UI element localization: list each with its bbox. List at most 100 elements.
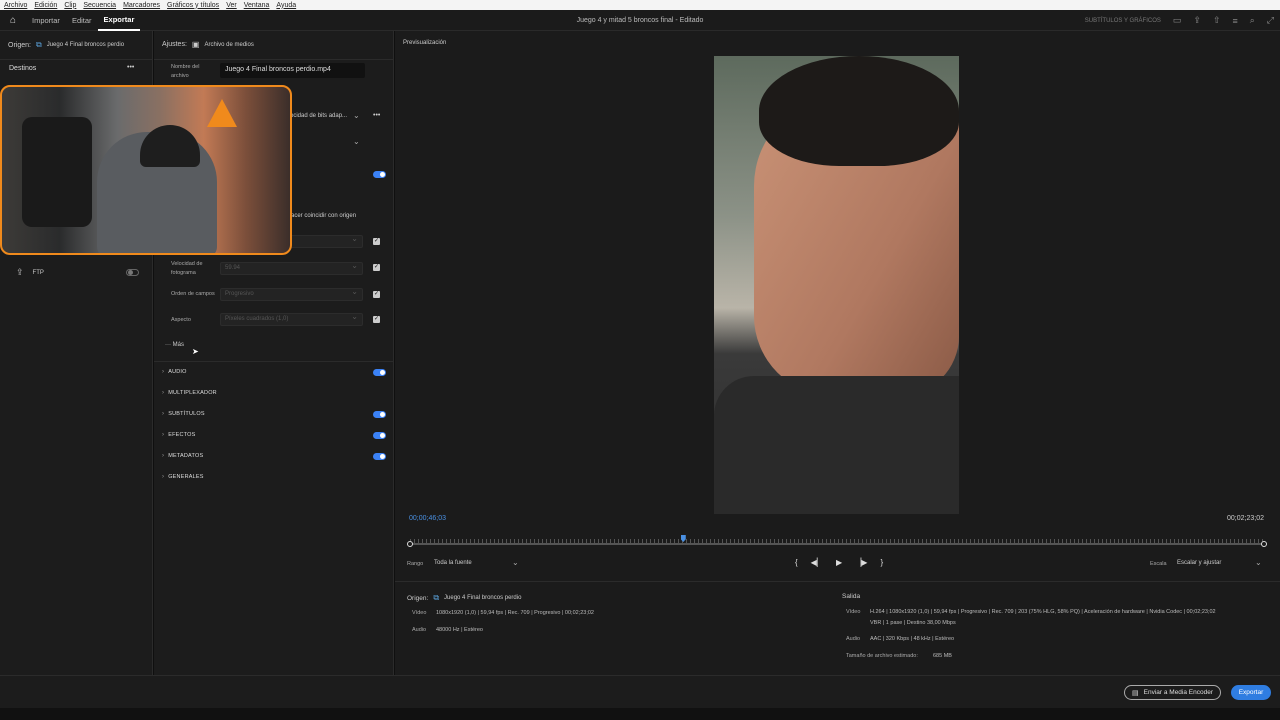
captions-toggle[interactable]: [373, 411, 386, 418]
video-toggle[interactable]: [373, 171, 386, 178]
export-button[interactable]: Exportar: [1231, 685, 1271, 700]
video-shirt: [714, 376, 959, 514]
share-icon[interactable]: ⇪: [1193, 15, 1201, 26]
source-video-label: Vídeo: [412, 610, 427, 616]
section-metadata[interactable]: › METADATOS: [162, 453, 203, 459]
section-captions[interactable]: › SUBTÍTULOS: [162, 411, 205, 417]
source-video-value: 1080x1920 (1,0) | 59,94 fps | Rec. 709 |…: [436, 610, 594, 616]
section-effects[interactable]: › EFECTOS: [162, 432, 195, 438]
menu-ver[interactable]: Ver: [226, 2, 237, 9]
preview-title: Previsualización: [403, 40, 447, 46]
play-icon[interactable]: ▶: [836, 558, 842, 567]
aspect-label: Aspecto: [171, 317, 191, 323]
settings-value[interactable]: Archivo de medios: [204, 42, 253, 48]
destinations-more-button[interactable]: •••: [127, 64, 134, 71]
effects-toggle[interactable]: [373, 432, 386, 439]
sequence-icon: ⧉: [35, 40, 42, 49]
section-audio[interactable]: › AUDIO: [162, 369, 187, 375]
chevron-right-icon: ›: [162, 432, 165, 438]
media-file-icon: ▣: [191, 40, 200, 49]
menu-marcadores[interactable]: Marcadores: [123, 2, 160, 9]
workspace-header: ⌂ Importar Editar Exportar Juego 4 y mit…: [0, 10, 1280, 31]
section-audio-label: AUDIO: [168, 369, 187, 375]
tab-edit[interactable]: Editar: [66, 10, 98, 31]
tab-import[interactable]: Importar: [26, 10, 66, 31]
section-multiplexer[interactable]: › MULTIPLEXADOR: [162, 390, 217, 396]
search-icon[interactable]: ⌕: [1250, 15, 1255, 26]
captions-graphics-label[interactable]: SUBTÍTULOS Y GRÁFICOS: [1085, 18, 1161, 24]
chevron-right-icon: ›: [162, 390, 165, 396]
more-button[interactable]: ··· Más: [165, 342, 184, 348]
source-audio-value: 48000 Hz | Estéreo: [436, 627, 483, 633]
step-back-icon[interactable]: ◀▏: [811, 558, 823, 567]
frame-size-checkbox[interactable]: ✓: [373, 238, 380, 245]
webcam-overlay: [0, 85, 292, 255]
source-audio-label: Audio: [412, 627, 427, 633]
scale-label: Escala: [1150, 561, 1167, 567]
panel-icon[interactable]: ▭: [1173, 15, 1182, 26]
mark-out-icon[interactable]: }: [880, 558, 883, 567]
chevron-right-icon: ›: [162, 453, 165, 459]
media-encoder-icon: ▤: [1132, 689, 1139, 697]
scale-chevron-icon: ⌄: [1255, 558, 1262, 567]
field-order-label: Orden de campos: [171, 291, 215, 297]
menu-edicion[interactable]: Edición: [34, 2, 57, 9]
filename-input[interactable]: Juego 4 Final broncos perdio.mp4: [220, 63, 365, 78]
field-order-checkbox[interactable]: ✓: [373, 291, 380, 298]
section-metadata-label: METADATOS: [168, 453, 204, 459]
filename-label: Nombre del archivo: [171, 64, 200, 79]
send-to-media-encoder-label: Enviar a Media Encoder: [1143, 689, 1213, 696]
home-icon[interactable]: ⌂: [0, 10, 26, 31]
step-forward-icon[interactable]: ▕▶: [855, 558, 867, 567]
destinations-title: Destinos: [9, 65, 37, 72]
output-audio-label: Audio: [846, 636, 861, 642]
menu-graficos[interactable]: Gráficos y títulos: [167, 2, 219, 9]
section-general[interactable]: › GENERALES: [162, 474, 204, 480]
match-source-label[interactable]: acer coincidir con origen: [291, 213, 356, 219]
in-point-handle[interactable]: [407, 541, 413, 547]
scale-dropdown[interactable]: Escalar y ajustar: [1177, 560, 1221, 566]
video-frame: [714, 56, 959, 514]
range-dropdown[interactable]: Toda la fuente: [434, 560, 472, 566]
frame-rate-field: 59.94: [220, 261, 363, 275]
preset-more-button[interactable]: •••: [373, 112, 380, 119]
mouse-cursor-icon: ➤: [192, 347, 199, 356]
metadata-toggle[interactable]: [373, 453, 386, 460]
audio-toggle[interactable]: [373, 369, 386, 376]
preview-panel: Previsualización 00;00;46;03 00;02;23;02…: [395, 31, 1280, 675]
origin-value[interactable]: Juego 4 Final broncos perdio: [47, 42, 124, 48]
frame-rate-label: Velocidad de fotograma: [171, 261, 203, 276]
export-icon[interactable]: ⇧: [1213, 15, 1221, 26]
mark-in-icon[interactable]: {: [795, 558, 798, 567]
menu-ventana[interactable]: Ventana: [244, 2, 270, 9]
chevron-right-icon: ›: [162, 411, 165, 417]
menu-clip[interactable]: Clip: [64, 2, 76, 9]
timeline-scrubber[interactable]: [407, 535, 1267, 548]
dropdown-chevron-icon[interactable]: ⌄: [353, 137, 360, 146]
aspect-checkbox[interactable]: ✓: [373, 316, 380, 323]
source-name: Juego 4 Final broncos perdio: [444, 595, 522, 601]
bitrate-dropdown[interactable]: ocidad de bits adap...: [290, 113, 347, 119]
frame-rate-checkbox[interactable]: ✓: [373, 264, 380, 271]
fullscreen-icon[interactable]: ⤢: [1267, 15, 1274, 26]
output-video-line2: VBR | 1 pase | Destino 38,00 Mbps: [870, 620, 956, 626]
out-point-handle[interactable]: [1261, 541, 1267, 547]
menu-ayuda[interactable]: Ayuda: [276, 2, 296, 9]
field-order-field: Progresivo: [220, 287, 363, 301]
current-timecode[interactable]: 00;00;46;03: [409, 515, 446, 522]
menu-archivo[interactable]: Archivo: [4, 2, 27, 9]
aspect-field: Píxeles cuadrados (1,0): [220, 312, 363, 326]
send-to-media-encoder-button[interactable]: ▤ Enviar a Media Encoder: [1124, 685, 1221, 700]
webcam-chair: [22, 117, 92, 227]
end-timecode: 00;02;23;02: [1227, 515, 1264, 522]
menu-icon[interactable]: ≡: [1232, 16, 1237, 26]
ftp-label: FTP: [32, 269, 44, 276]
menu-bar: Archivo Edición Clip Secuencia Marcadore…: [0, 0, 1280, 10]
output-audio-value: AAC | 320 Kbps | 48 kHz | Estéreo: [870, 636, 955, 642]
ftp-toggle[interactable]: [126, 269, 139, 276]
source-title: Origen:: [407, 594, 429, 602]
destinations-panel: Origen: ⧉ Juego 4 Final broncos perdio D…: [0, 31, 292, 675]
tab-export[interactable]: Exportar: [97, 10, 141, 31]
menu-secuencia[interactable]: Secuencia: [83, 2, 116, 9]
settings-label: Ajustes:: [162, 41, 187, 48]
